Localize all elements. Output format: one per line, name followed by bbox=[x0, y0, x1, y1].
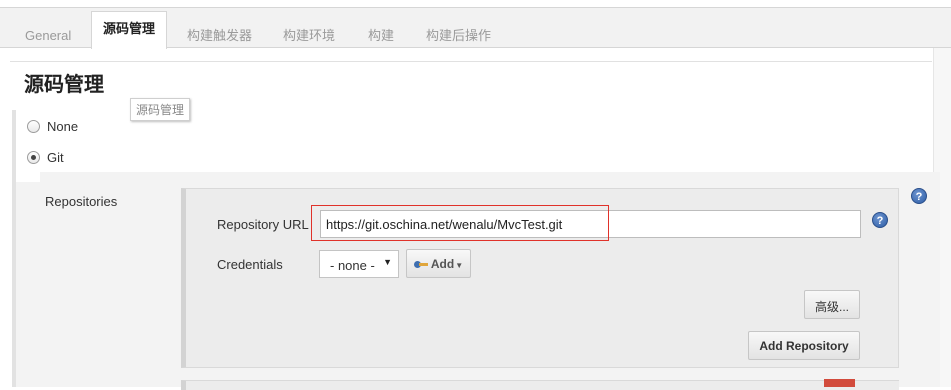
tab-build-environment[interactable]: 构建环境 bbox=[283, 19, 335, 49]
scm-option-none-label: None bbox=[47, 118, 79, 134]
tab-build[interactable]: 构建 bbox=[368, 19, 394, 49]
tab-post-build-actions[interactable]: 构建后操作 bbox=[426, 19, 491, 49]
repository-url-label: Repository URL bbox=[217, 217, 309, 232]
add-repository-button[interactable]: Add Repository bbox=[748, 331, 860, 360]
section-tooltip: 源码管理 bbox=[130, 98, 191, 121]
tab-source-code-management[interactable]: 源码管理 bbox=[91, 11, 167, 49]
tab-build-triggers[interactable]: 构建触发器 bbox=[187, 19, 252, 49]
chevron-down-icon: ▼ bbox=[383, 257, 392, 267]
scm-option-none[interactable]: None bbox=[27, 117, 78, 135]
help-icon[interactable]: ? bbox=[911, 188, 927, 204]
add-credentials-button[interactable]: Add▼ bbox=[406, 249, 471, 278]
key-icon bbox=[413, 260, 428, 269]
help-icon[interactable]: ? bbox=[872, 212, 888, 228]
radio-button-none[interactable] bbox=[27, 119, 40, 133]
repositories-label: Repositories bbox=[45, 194, 118, 209]
radio-button-git[interactable] bbox=[27, 150, 40, 164]
add-button-label: Add bbox=[430, 257, 455, 271]
scm-option-git[interactable]: Git bbox=[27, 148, 64, 166]
section-divider bbox=[10, 61, 932, 62]
caret-down-icon: ▼ bbox=[455, 261, 464, 270]
git-panel-notch bbox=[16, 172, 40, 182]
credentials-label: Credentials bbox=[217, 257, 283, 272]
repository-url-input[interactable] bbox=[320, 210, 861, 238]
tab-general[interactable]: General bbox=[25, 19, 71, 49]
scm-option-git-label: Git bbox=[47, 149, 64, 165]
credentials-select[interactable]: - none - ▼ bbox=[319, 250, 399, 278]
page-title: 源码管理 bbox=[24, 74, 104, 96]
top-edge bbox=[0, 0, 951, 8]
config-tab-bar: General 源码管理 构建触发器 构建环境 构建 构建后操作 bbox=[0, 8, 951, 49]
credentials-selected-value: - none - bbox=[330, 258, 375, 273]
delete-marker[interactable] bbox=[824, 379, 855, 387]
advanced-button[interactable]: 高级... bbox=[804, 290, 860, 319]
next-config-block bbox=[181, 380, 899, 390]
